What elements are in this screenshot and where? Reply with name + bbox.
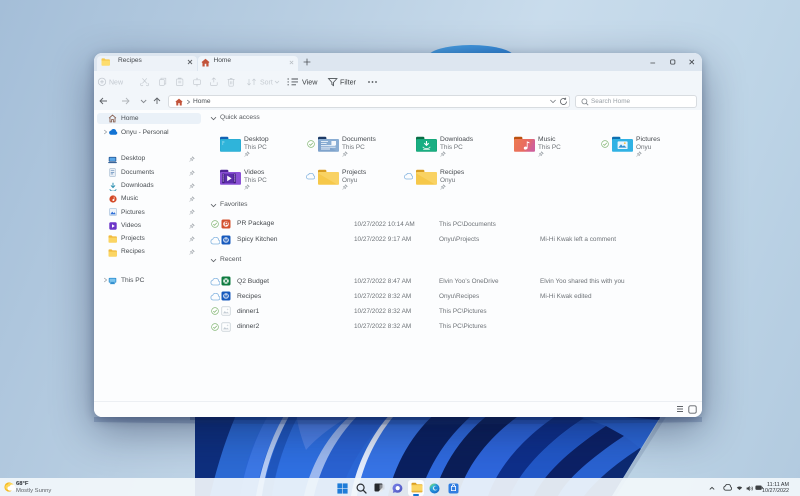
svg-text:Sort: Sort	[260, 79, 273, 86]
svg-text:Filter: Filter	[340, 78, 357, 87]
svg-text:View: View	[302, 78, 318, 87]
svg-text:New: New	[109, 79, 124, 86]
